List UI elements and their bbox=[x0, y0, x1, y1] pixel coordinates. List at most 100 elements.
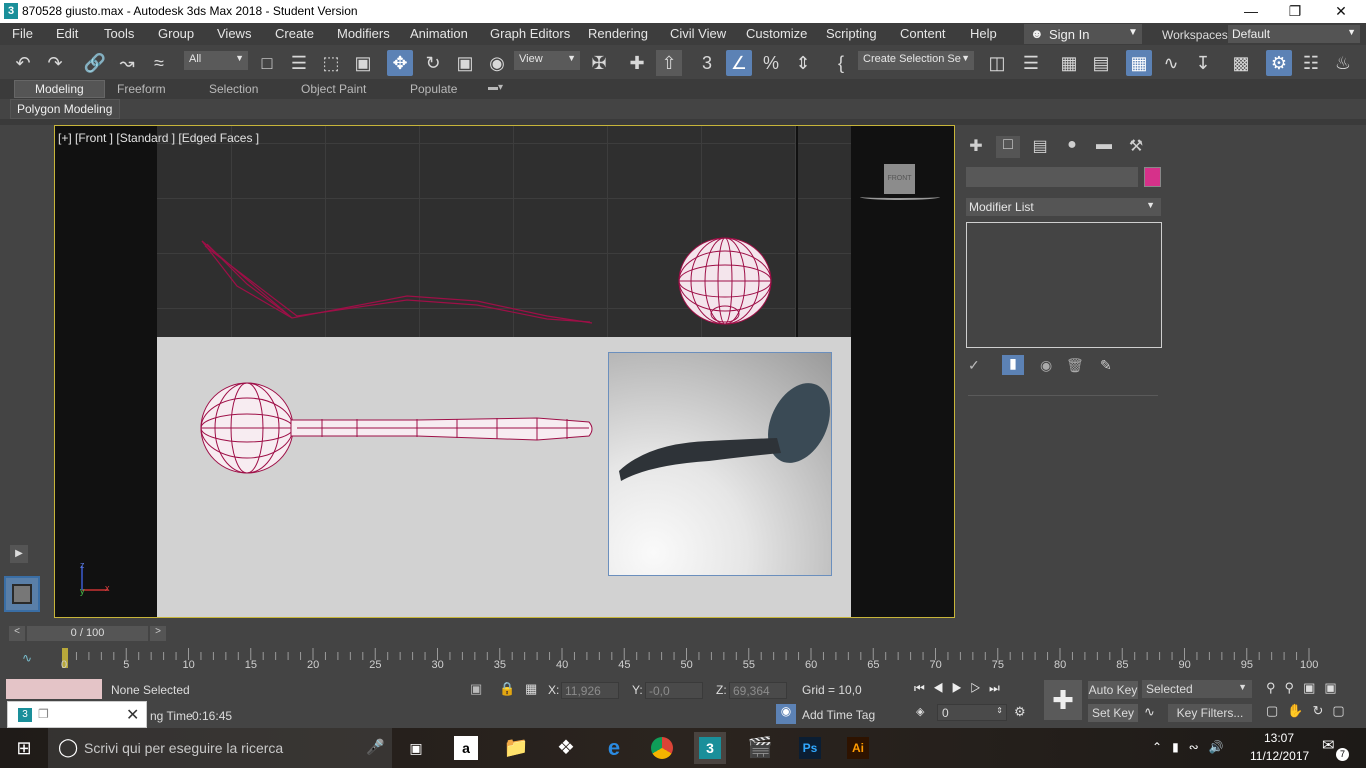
previous-frame-icon[interactable]: ◀ bbox=[933, 681, 952, 695]
zoom-extents-all-icon[interactable]: ▣ bbox=[1324, 680, 1345, 695]
field-of-view-icon[interactable]: ▢ bbox=[1266, 703, 1287, 718]
menu-content[interactable]: Content bbox=[900, 26, 946, 41]
viewcube[interactable]: FRONT bbox=[884, 164, 915, 194]
key-mode-dropdown[interactable]: Selected ▼ bbox=[1142, 680, 1252, 698]
microphone-icon[interactable]: 🎤 bbox=[366, 738, 385, 756]
set-keys-icon[interactable]: ✚ bbox=[1044, 680, 1082, 720]
menu-rendering[interactable]: Rendering bbox=[588, 26, 648, 41]
tab-modeling[interactable]: Modeling bbox=[14, 80, 105, 98]
percent-snap-icon[interactable]: % bbox=[758, 50, 784, 76]
y-coordinate-field[interactable]: -0,0 bbox=[645, 682, 703, 699]
scale-icon[interactable]: ▣ bbox=[452, 50, 478, 76]
polygon-modeling-panel[interactable]: Polygon Modeling bbox=[10, 99, 120, 119]
snaps-toggle-icon[interactable]: 3 bbox=[694, 50, 720, 76]
menu-civil-view[interactable]: Civil View bbox=[670, 26, 726, 41]
set-key-button[interactable]: Set Key bbox=[1088, 704, 1138, 722]
make-unique-icon[interactable]: ◉ bbox=[1040, 357, 1052, 374]
bind-spacewarp-icon[interactable]: ≈ bbox=[146, 50, 172, 76]
zoom-all-icon[interactable]: ⚲ bbox=[1285, 680, 1304, 695]
render-production-icon[interactable]: ♨ bbox=[1330, 50, 1356, 76]
illustrator-icon[interactable]: Ai bbox=[842, 732, 874, 764]
zoom-icon[interactable]: ⚲ bbox=[1266, 680, 1285, 695]
auto-key-button[interactable]: Auto Key bbox=[1088, 681, 1138, 699]
z-coordinate-field[interactable]: 69,364 bbox=[729, 682, 787, 699]
edge-icon[interactable]: e bbox=[598, 732, 630, 764]
remove-modifier-icon[interactable]: 🗑 bbox=[1066, 357, 1084, 374]
amazon-icon[interactable]: a bbox=[450, 732, 482, 764]
default-tangents-icon[interactable]: ∿ bbox=[1144, 704, 1155, 720]
selection-lock-icon[interactable]: 🔒 bbox=[499, 681, 515, 697]
windows-start-icon[interactable]: ⊞ bbox=[8, 732, 40, 764]
curve-editor-icon[interactable]: ∿ bbox=[1158, 50, 1184, 76]
rotate-icon[interactable]: ↻ bbox=[420, 50, 446, 76]
display-tab-icon[interactable]: ▬ bbox=[1092, 136, 1116, 158]
absolute-mode-icon[interactable]: ▦ bbox=[525, 681, 537, 697]
viewcube-ring[interactable] bbox=[860, 194, 940, 200]
menu-scripting[interactable]: Scripting bbox=[826, 26, 877, 41]
dope-sheet-icon[interactable]: ↧ bbox=[1190, 50, 1216, 76]
ribbon-options-icon[interactable]: ▬▾ bbox=[488, 82, 503, 93]
schematic-view-icon[interactable]: ▩ bbox=[1228, 50, 1254, 76]
time-tag-icon[interactable]: ◉ bbox=[776, 704, 796, 724]
menu-file[interactable]: File bbox=[12, 26, 33, 41]
link-icon[interactable]: 🔗 bbox=[82, 50, 108, 76]
sign-in-button[interactable]: ☻ Sign In ▼ bbox=[1024, 24, 1142, 44]
place-icon[interactable]: ◉ bbox=[484, 50, 510, 76]
3ds-max-taskbar-icon[interactable]: 3 bbox=[694, 732, 726, 764]
key-filters-button[interactable]: Key Filters... bbox=[1168, 704, 1252, 722]
show-end-result-icon[interactable]: ▮ bbox=[1002, 355, 1024, 375]
pin-stack-icon[interactable]: ✓ bbox=[968, 357, 980, 374]
time-slider[interactable]: 0 / 100 bbox=[27, 626, 148, 641]
pivot-icon[interactable]: ✠ bbox=[586, 50, 612, 76]
tab-object-paint[interactable]: Object Paint bbox=[301, 82, 366, 96]
restore-button[interactable]: ❐ bbox=[1272, 0, 1318, 23]
chrome-icon[interactable] bbox=[646, 732, 678, 764]
menu-views[interactable]: Views bbox=[217, 26, 251, 41]
time-config-arrows-icon[interactable]: ◈ bbox=[916, 705, 924, 718]
redo-icon[interactable]: ↷ bbox=[42, 50, 68, 76]
ribbon-toggle-icon[interactable]: ▦ bbox=[1126, 50, 1152, 76]
movie-maker-icon[interactable]: 🎬 bbox=[744, 732, 776, 764]
angle-snap-icon[interactable]: ∠ bbox=[726, 50, 752, 76]
tab-populate[interactable]: Populate bbox=[410, 82, 457, 96]
menu-create[interactable]: Create bbox=[275, 26, 314, 41]
current-frame-field[interactable]: 0 ⇕ bbox=[937, 704, 1007, 721]
file-explorer-icon[interactable]: 📁 bbox=[500, 732, 532, 764]
layer-explorer-icon[interactable]: ▤ bbox=[1088, 50, 1114, 76]
select-by-name-icon[interactable]: ☰ bbox=[286, 50, 312, 76]
tab-selection[interactable]: Selection bbox=[209, 82, 258, 96]
menu-help[interactable]: Help bbox=[970, 26, 997, 41]
menu-modifiers[interactable]: Modifiers bbox=[337, 26, 390, 41]
keyboard-shortcut-icon[interactable]: ⇧ bbox=[656, 50, 682, 76]
play-icon[interactable]: ▶ bbox=[952, 681, 971, 695]
modify-tab-icon[interactable]: □ bbox=[996, 136, 1020, 158]
reference-coord-dropdown[interactable]: View ▼ bbox=[514, 51, 580, 70]
add-time-tag[interactable]: Add Time Tag bbox=[802, 708, 875, 722]
object-color-swatch[interactable] bbox=[1144, 167, 1161, 187]
search-box[interactable]: ◯ Scrivi qui per eseguire la ricerca 🎤 bbox=[48, 728, 392, 768]
minimize-button[interactable]: — bbox=[1228, 0, 1274, 23]
create-tab-icon[interactable]: ✚ bbox=[964, 136, 988, 158]
maximize-viewport-icon[interactable]: ▢ bbox=[1332, 703, 1353, 718]
modifier-list-dropdown[interactable]: Modifier List ▼ bbox=[966, 198, 1161, 216]
chevron-up-icon[interactable]: ⌃ bbox=[1152, 740, 1172, 754]
manipulate-icon[interactable]: ✚ bbox=[624, 50, 650, 76]
maxscript-listener[interactable] bbox=[6, 679, 102, 699]
menu-group[interactable]: Group bbox=[158, 26, 194, 41]
next-frame-icon[interactable]: ▷ bbox=[970, 681, 989, 695]
align-icon[interactable]: ☰ bbox=[1018, 50, 1044, 76]
wifi-icon[interactable]: ∾ bbox=[1189, 740, 1209, 754]
object-name-input[interactable] bbox=[966, 167, 1138, 187]
timeslider-prev-icon[interactable]: < bbox=[9, 626, 25, 641]
isolate-selection-icon[interactable]: ▣ bbox=[470, 681, 482, 697]
selection-filter-dropdown[interactable]: All ▼ bbox=[184, 51, 248, 70]
move-icon[interactable]: ✥ bbox=[387, 50, 413, 76]
battery-icon[interactable]: ▮ bbox=[1172, 740, 1189, 754]
rendered-frame-window-icon[interactable]: ☷ bbox=[1298, 50, 1324, 76]
mini-curve-editor-icon[interactable]: ∿ bbox=[22, 651, 32, 665]
zoom-extents-icon[interactable]: ▣ bbox=[1303, 680, 1324, 695]
rectangular-selection-icon[interactable]: ⬚ bbox=[318, 50, 344, 76]
select-object-icon[interactable]: □ bbox=[254, 50, 280, 76]
tab-freeform[interactable]: Freeform bbox=[117, 82, 166, 96]
pan-icon[interactable]: ✋ bbox=[1287, 703, 1312, 718]
